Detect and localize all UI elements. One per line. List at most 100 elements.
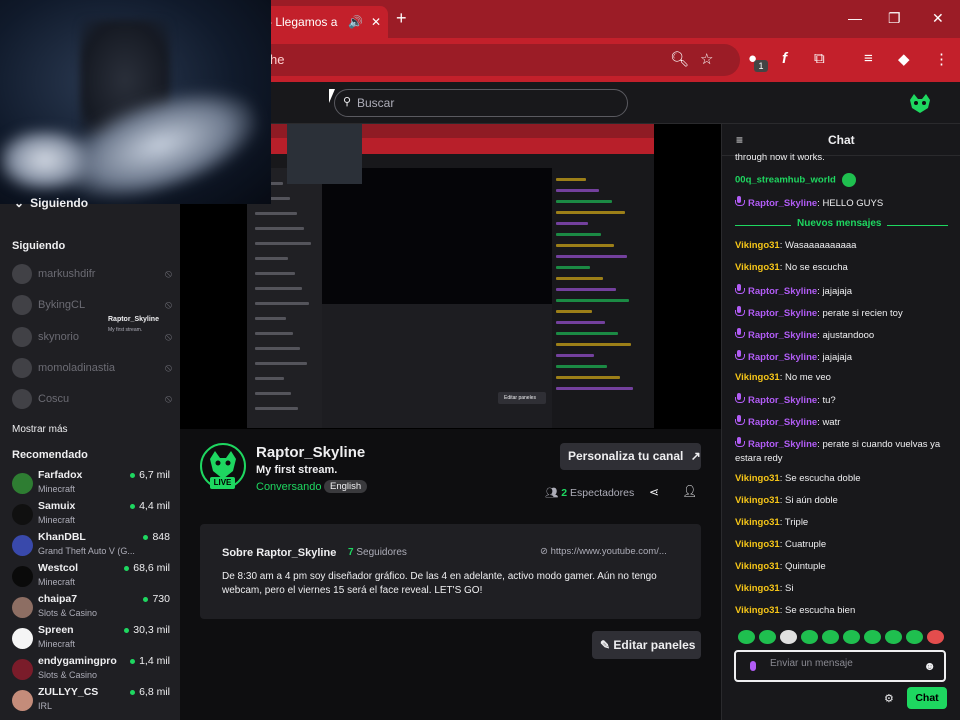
channel-name: Samuix xyxy=(38,500,76,512)
emote-icon[interactable] xyxy=(885,630,902,644)
avatar xyxy=(12,690,33,711)
chat-username[interactable]: Vikingo31 xyxy=(735,262,780,273)
chat-text: : tu? xyxy=(817,395,836,406)
send-chat-button[interactable]: Chat xyxy=(907,687,947,709)
chat-text: : Si xyxy=(779,583,794,594)
edit-panels-button[interactable]: ✎ Editar paneles xyxy=(592,631,701,659)
stream-category[interactable]: Conversando xyxy=(256,481,321,493)
sidebar-item-following[interactable]: momoladinastia ⦸ xyxy=(12,357,172,379)
emote-icon[interactable] xyxy=(864,630,881,644)
sidebar-item-recommended[interactable]: ZULLYY_CS IRL 6,8 mil xyxy=(12,686,170,716)
chat-username[interactable]: Raptor_Skyline xyxy=(748,439,817,450)
sidebar-item-following[interactable]: BykingCL ⦸ xyxy=(12,294,172,316)
bookmark-star-icon[interactable]: ☆ xyxy=(700,50,713,68)
chat-username[interactable]: Raptor_Skyline xyxy=(748,198,817,209)
sidebar-item-recommended[interactable]: endygamingpro Slots & Casino 1,4 mil xyxy=(12,655,170,685)
sidebar-item-recommended[interactable]: Westcol Minecraft 68,6 mil xyxy=(12,562,170,592)
sidebar-item-following[interactable]: markushdifr ⦸ xyxy=(12,263,172,285)
media-control-icon[interactable]: ≡ xyxy=(864,50,873,67)
channel-game: Slots & Casino xyxy=(38,608,98,618)
sidebar-item-recommended[interactable]: Spreen Minecraft 30,3 mil xyxy=(12,624,170,654)
chat-text: : Wasaaaaaaaaaa xyxy=(779,240,857,251)
chat-username[interactable]: Raptor_Skyline xyxy=(748,286,817,297)
chat-text: : watr xyxy=(817,417,841,428)
emote-bar xyxy=(738,630,948,646)
sidebar-item-following[interactable]: Coscu ⦸ xyxy=(12,388,172,410)
chat-message: Vikingo31: Si aún doble xyxy=(735,494,950,508)
broadcaster-badge-icon xyxy=(735,393,745,404)
minimize-button[interactable]: — xyxy=(848,10,862,26)
sidebar-item-recommended[interactable]: KhanDBL Grand Theft Auto V (G... 848 xyxy=(12,531,170,561)
formula-extension-icon[interactable]: f xyxy=(782,50,787,67)
sidebar-item-recommended[interactable]: chaipa7 Slots & Casino 730 xyxy=(12,593,170,623)
chat-username[interactable]: Raptor_Skyline xyxy=(748,352,817,363)
viewer-count: 6,7 mil xyxy=(130,469,170,481)
tab-close-icon[interactable]: ✕ xyxy=(371,15,381,29)
emote-icon[interactable] xyxy=(843,630,860,644)
sidebar-item-recommended[interactable]: Farfadox Minecraft 6,7 mil xyxy=(12,469,170,499)
avatar xyxy=(12,628,33,649)
chat-username[interactable]: Vikingo31 xyxy=(735,583,780,594)
emote-icon[interactable] xyxy=(780,630,797,644)
external-link[interactable]: ⊘ https://www.youtube.com/... xyxy=(540,546,667,557)
zoom-icon[interactable]: 🔍︎ xyxy=(670,50,689,68)
sidebar-item-following[interactable]: skynorio ⦸ xyxy=(12,326,172,348)
channel-game: Minecraft xyxy=(38,515,76,525)
emote-icon[interactable] xyxy=(801,630,818,644)
emote-icon[interactable] xyxy=(759,630,776,644)
maximize-button[interactable]: ❐ xyxy=(888,10,901,27)
chat-username[interactable]: Vikingo31 xyxy=(735,539,780,550)
chat-username[interactable]: Vikingo31 xyxy=(735,561,780,572)
recommended-heading: Recomendado xyxy=(12,449,88,461)
chat-text: : Se escucha doble xyxy=(779,473,861,484)
avatar xyxy=(12,295,32,315)
emoji-icon[interactable]: ☻ xyxy=(923,659,936,673)
offline-icon: ⦸ xyxy=(164,330,172,343)
browser-menu-icon[interactable]: ⋮ xyxy=(934,50,949,68)
chat-username[interactable]: Vikingo31 xyxy=(735,240,780,251)
collapse-chat-icon[interactable]: ≡ xyxy=(736,133,743,147)
chat-message: Raptor_Skyline: perate si cuando vuelvas… xyxy=(735,436,950,466)
close-window-button[interactable]: ✕ xyxy=(932,10,944,27)
sidebar-collapse-label[interactable]: ⌄ Siguiendo xyxy=(14,196,88,210)
chat-username[interactable]: Vikingo31 xyxy=(735,495,780,506)
channel-name[interactable]: Raptor_Skyline xyxy=(256,444,365,461)
language-tag[interactable]: English xyxy=(324,480,368,493)
chat-username[interactable]: 00q_streamhub_world xyxy=(735,175,836,186)
emote-icon[interactable] xyxy=(927,630,944,644)
chat-title: Chat xyxy=(828,133,855,147)
profile-icon[interactable]: ◆ xyxy=(898,50,910,68)
chat-username[interactable]: Vikingo31 xyxy=(735,605,780,616)
user-options-icon[interactable]: 👤︎ xyxy=(682,484,697,498)
address-bar[interactable]: he xyxy=(240,44,740,76)
avatar xyxy=(12,597,33,618)
chat-message-field[interactable] xyxy=(770,658,920,669)
show-more-link[interactable]: Mostrar más xyxy=(12,424,68,435)
chat-settings-icon[interactable]: ⚙ xyxy=(884,692,894,705)
chat-username[interactable]: Raptor_Skyline xyxy=(748,417,817,428)
browser-tab[interactable]: - Llegamos a 🔊 ✕ xyxy=(258,6,388,38)
emote-icon[interactable] xyxy=(738,630,755,644)
chat-username[interactable]: Vikingo31 xyxy=(735,517,780,528)
chat-text: : Quintuple xyxy=(779,561,826,572)
new-tab-button[interactable]: + xyxy=(396,8,407,29)
preview-edit-panels: Editar paneles xyxy=(498,392,546,404)
chat-username[interactable]: Raptor_Skyline xyxy=(748,330,817,341)
chat-username[interactable]: Raptor_Skyline xyxy=(748,395,817,406)
share-icon[interactable]: ⋖ xyxy=(649,485,659,499)
puzzle-extensions-icon[interactable]: ⧉ xyxy=(814,50,825,67)
offline-icon: ⦸ xyxy=(164,298,172,311)
broadcaster-badge-icon xyxy=(735,196,745,207)
emote-icon[interactable] xyxy=(822,630,839,644)
chat-username[interactable]: Raptor_Skyline xyxy=(748,308,817,319)
emote-icon[interactable] xyxy=(906,630,923,644)
sidebar-item-recommended[interactable]: Samuix Minecraft 4,4 mil xyxy=(12,500,170,530)
user-avatar[interactable] xyxy=(908,92,932,114)
chat-username[interactable]: Vikingo31 xyxy=(735,372,780,383)
chat-input[interactable]: ☻ xyxy=(734,650,946,682)
search-input[interactable]: ⚲ Buscar xyxy=(334,89,628,117)
speaker-icon[interactable]: 🔊 xyxy=(348,15,363,29)
chat-message: Vikingo31: Si xyxy=(735,582,950,596)
customize-channel-button[interactable]: Personaliza tu canal ↗ xyxy=(560,443,701,470)
chat-username[interactable]: Vikingo31 xyxy=(735,473,780,484)
